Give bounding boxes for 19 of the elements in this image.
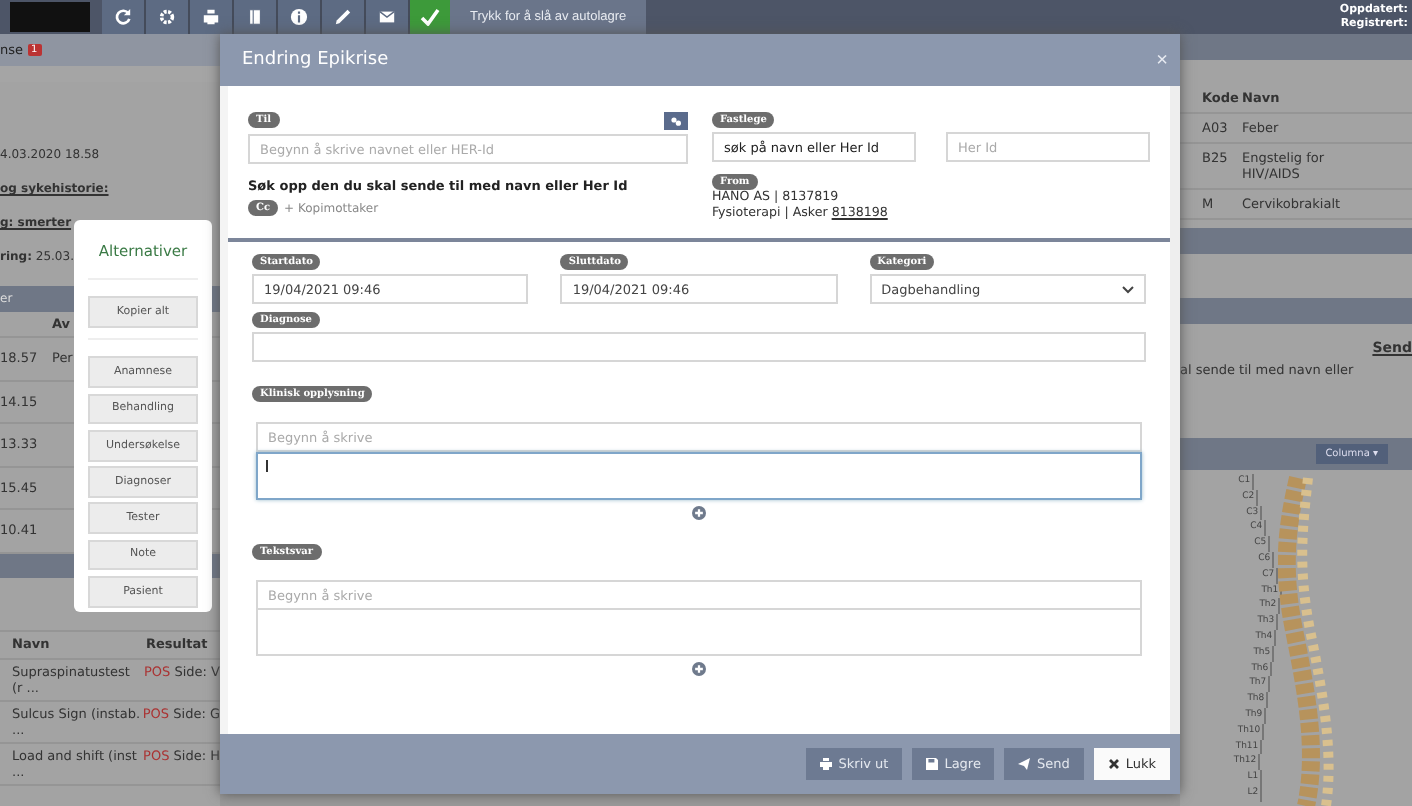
add-icon[interactable] xyxy=(692,662,706,676)
address-book-button[interactable] xyxy=(664,112,688,130)
pencil-icon[interactable] xyxy=(322,0,366,34)
mail-icon[interactable] xyxy=(366,0,410,34)
paper-plane-icon xyxy=(1018,758,1031,770)
close-icon xyxy=(1107,758,1120,770)
settings-icon[interactable] xyxy=(146,0,190,34)
modal-title: Endring Epikrise xyxy=(242,50,389,70)
add-icon[interactable] xyxy=(692,506,706,520)
info-icon[interactable] xyxy=(278,0,322,34)
logo-placeholder xyxy=(10,2,90,32)
check-icon xyxy=(410,0,450,34)
people-icon xyxy=(670,115,682,127)
printer-icon xyxy=(820,758,833,770)
text-area[interactable] xyxy=(256,452,1142,500)
printer-icon[interactable] xyxy=(190,0,234,34)
chevron-down-icon xyxy=(1121,285,1134,293)
diagnosis-field[interactable] xyxy=(252,332,1146,362)
refresh-icon[interactable] xyxy=(102,0,146,34)
